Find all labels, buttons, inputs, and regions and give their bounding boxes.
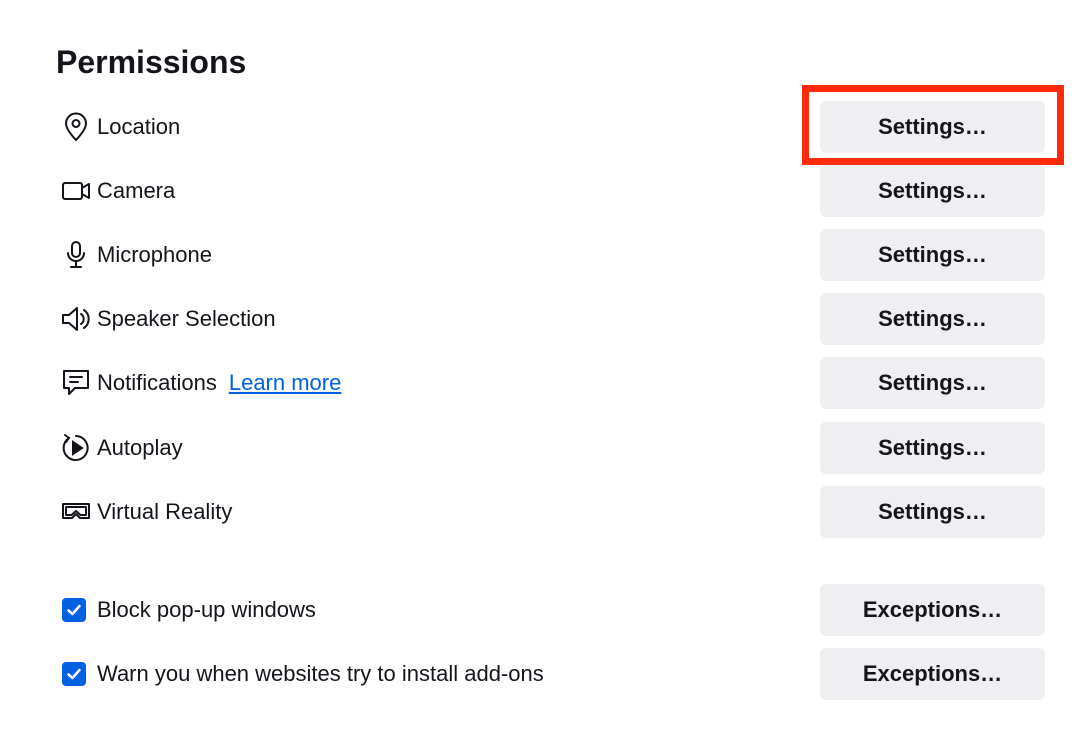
option-row-warn-addons: Warn you when websites try to install ad… (60, 648, 1045, 700)
checkmark-icon (67, 668, 81, 680)
autoplay-icon (60, 432, 92, 464)
permission-label: Autoplay (97, 435, 183, 460)
notifications-label: Notifications (97, 370, 217, 395)
option-row-block-popups: Block pop-up windows Exceptions… (60, 584, 1045, 636)
permission-row-camera: Camera Settings… (60, 165, 1045, 217)
microphone-settings-button[interactable]: Settings… (820, 229, 1045, 281)
permission-label: Virtual Reality (97, 499, 233, 524)
vr-settings-button[interactable]: Settings… (820, 486, 1045, 538)
permission-row-speaker: Speaker Selection Settings… (60, 293, 1045, 345)
block-popups-label[interactable]: Block pop-up windows (97, 596, 316, 624)
permission-row-vr: Virtual Reality Settings… (60, 486, 1045, 538)
permission-label: Location (97, 114, 181, 139)
permission-label: Notifications Learn more (97, 369, 341, 397)
warn-addons-checkbox[interactable] (62, 662, 86, 686)
permission-row-location: Location Settings… (60, 101, 1045, 153)
addons-exceptions-button[interactable]: Exceptions… (820, 648, 1045, 700)
location-pin-icon (60, 111, 92, 143)
permission-row-microphone: Microphone Settings… (60, 229, 1045, 281)
permission-label: Microphone (97, 242, 212, 267)
permissions-panel: Permissions Location Settings… Camera Se… (0, 0, 1090, 745)
notifications-settings-button[interactable]: Settings… (820, 357, 1045, 409)
block-popups-checkbox[interactable] (62, 598, 86, 622)
vr-headset-icon (60, 496, 92, 528)
notification-icon (60, 367, 92, 399)
camera-icon (60, 175, 92, 207)
speaker-icon (60, 303, 92, 335)
warn-addons-label[interactable]: Warn you when websites try to install ad… (97, 660, 544, 688)
camera-settings-button[interactable]: Settings… (820, 165, 1045, 217)
speaker-settings-button[interactable]: Settings… (820, 293, 1045, 345)
permission-row-autoplay: Autoplay Settings… (60, 422, 1045, 474)
learn-more-link[interactable]: Learn more (229, 370, 342, 395)
autoplay-settings-button[interactable]: Settings… (820, 422, 1045, 474)
checkmark-icon (67, 604, 81, 616)
microphone-icon (60, 239, 92, 271)
section-title: Permissions (56, 44, 247, 80)
permission-label: Speaker Selection (97, 306, 276, 331)
permission-label: Camera (97, 178, 176, 203)
location-settings-button[interactable]: Settings… (820, 101, 1045, 153)
permission-row-notifications: Notifications Learn more Settings… (60, 357, 1045, 409)
popup-exceptions-button[interactable]: Exceptions… (820, 584, 1045, 636)
